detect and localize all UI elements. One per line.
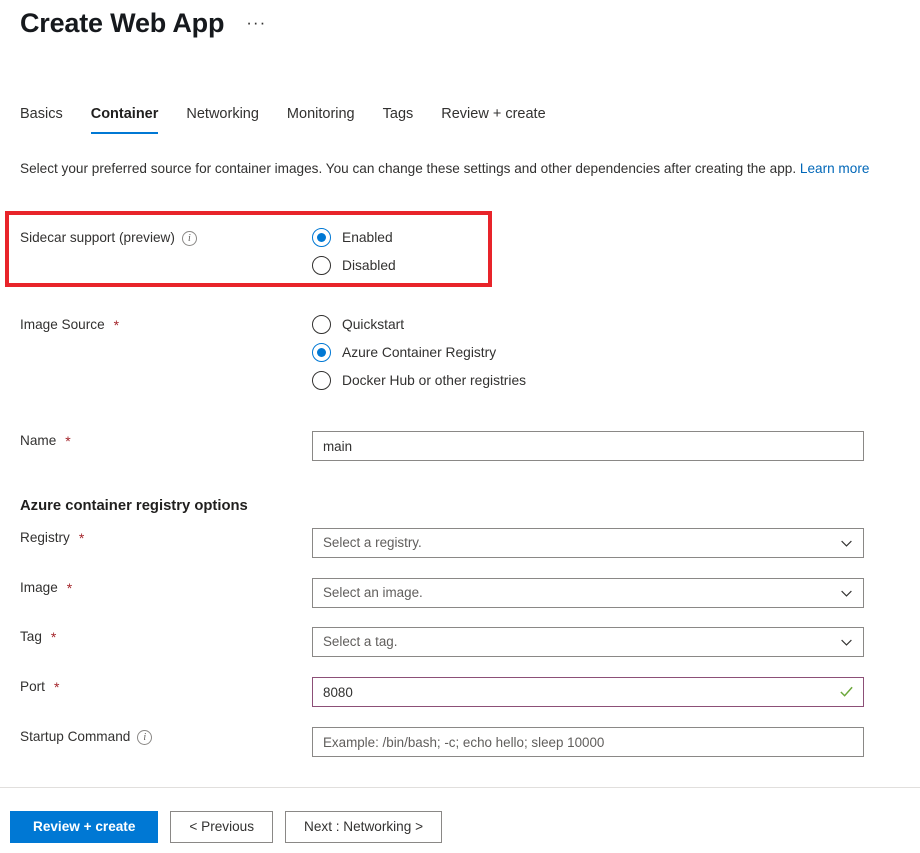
image-field-wrapper: Select an image. — [312, 578, 864, 608]
learn-more-link[interactable]: Learn more — [800, 161, 870, 176]
title-row: Create Web App ··· — [20, 6, 270, 40]
radio-sidecar-enabled[interactable]: Enabled — [312, 228, 396, 247]
field-row-image-source: Image Source * Quickstart Azure Container… — [0, 315, 526, 390]
radio-dot-icon — [312, 371, 331, 390]
sidecar-support-label-text: Sidecar support (preview) — [20, 228, 175, 248]
radio-image-source-docker-hub[interactable]: Docker Hub or other registries — [312, 371, 526, 390]
image-dropdown[interactable]: Select an image. — [312, 578, 864, 608]
image-label: Image * — [0, 578, 312, 598]
more-options-icon[interactable]: ··· — [242, 13, 270, 33]
registry-label: Registry * — [0, 528, 312, 548]
field-row-registry: Registry * Select a registry. — [0, 528, 864, 558]
radio-label: Docker Hub or other registries — [342, 371, 526, 390]
field-row-port: Port * — [0, 677, 864, 707]
tab-tags[interactable]: Tags — [369, 104, 428, 134]
name-field-wrapper — [312, 431, 864, 461]
field-row-sidecar-support: Sidecar support (preview) i Enabled Disa… — [0, 228, 396, 275]
tab-monitoring[interactable]: Monitoring — [273, 104, 369, 134]
image-source-label: Image Source * — [0, 315, 312, 335]
image-label-text: Image — [20, 578, 58, 598]
field-row-name: Name * — [0, 431, 864, 461]
tab-review-create[interactable]: Review + create — [427, 104, 559, 134]
registry-field-wrapper: Select a registry. — [312, 528, 864, 558]
next-networking-button[interactable]: Next : Networking > — [285, 811, 442, 843]
port-label-text: Port — [20, 677, 45, 697]
wizard-tabs: Basics Container Networking Monitoring T… — [20, 104, 560, 134]
required-marker: * — [79, 528, 84, 548]
port-input[interactable] — [312, 677, 864, 707]
field-row-tag: Tag * Select a tag. — [0, 627, 864, 657]
acr-options-heading: Azure container registry options — [20, 495, 248, 517]
name-input[interactable] — [312, 431, 864, 461]
info-icon[interactable]: i — [137, 730, 152, 745]
startup-command-label-text: Startup Command — [20, 727, 130, 747]
chevron-down-icon — [840, 537, 853, 550]
startup-command-label: Startup Command i — [0, 727, 312, 747]
description-text: Select your preferred source for contain… — [20, 161, 796, 176]
registry-placeholder: Select a registry. — [323, 529, 840, 557]
tag-label-text: Tag — [20, 627, 42, 647]
chevron-down-icon — [840, 587, 853, 600]
field-row-startup-command: Startup Command i — [0, 727, 864, 757]
radio-sidecar-disabled[interactable]: Disabled — [312, 256, 396, 275]
registry-dropdown[interactable]: Select a registry. — [312, 528, 864, 558]
image-source-label-text: Image Source — [20, 315, 105, 335]
footer-actions: Review + create < Previous Next : Networ… — [10, 811, 442, 843]
tab-networking[interactable]: Networking — [172, 104, 273, 134]
radio-label: Enabled — [342, 228, 393, 247]
radio-dot-icon — [312, 343, 331, 362]
required-marker: * — [67, 578, 72, 598]
section-description: Select your preferred source for contain… — [20, 158, 882, 180]
field-row-image: Image * Select an image. — [0, 578, 864, 608]
info-icon[interactable]: i — [182, 231, 197, 246]
tag-label: Tag * — [0, 627, 312, 647]
tab-container[interactable]: Container — [77, 104, 173, 134]
sidecar-support-radio-group: Enabled Disabled — [312, 228, 396, 275]
review-create-button[interactable]: Review + create — [10, 811, 158, 843]
tag-field-wrapper: Select a tag. — [312, 627, 864, 657]
radio-dot-icon — [312, 256, 331, 275]
sidecar-support-label: Sidecar support (preview) i — [0, 228, 312, 248]
image-placeholder: Select an image. — [323, 579, 840, 607]
tag-placeholder: Select a tag. — [323, 628, 840, 656]
required-marker: * — [65, 431, 70, 451]
registry-label-text: Registry — [20, 528, 70, 548]
required-marker: * — [54, 677, 59, 697]
previous-button[interactable]: < Previous — [170, 811, 273, 843]
radio-dot-icon — [312, 315, 331, 334]
required-marker: * — [114, 315, 119, 335]
port-label: Port * — [0, 677, 312, 697]
startup-command-field-wrapper — [312, 727, 864, 757]
radio-label: Quickstart — [342, 315, 404, 334]
name-label: Name * — [0, 431, 312, 451]
create-web-app-page: Create Web App ··· Basics Container Netw… — [0, 0, 920, 853]
footer-divider — [0, 787, 920, 788]
required-marker: * — [51, 627, 56, 647]
radio-label: Azure Container Registry — [342, 343, 496, 362]
page-title: Create Web App — [20, 6, 224, 40]
tag-dropdown[interactable]: Select a tag. — [312, 627, 864, 657]
chevron-down-icon — [840, 636, 853, 649]
radio-image-source-quickstart[interactable]: Quickstart — [312, 315, 526, 334]
radio-label: Disabled — [342, 256, 396, 275]
radio-image-source-azure-container-registry[interactable]: Azure Container Registry — [312, 343, 526, 362]
port-field-wrapper — [312, 677, 864, 707]
radio-dot-icon — [312, 228, 331, 247]
image-source-radio-group: Quickstart Azure Container Registry Dock… — [312, 315, 526, 390]
name-label-text: Name — [20, 431, 56, 451]
startup-command-input[interactable] — [312, 727, 864, 757]
tab-basics[interactable]: Basics — [20, 104, 77, 134]
